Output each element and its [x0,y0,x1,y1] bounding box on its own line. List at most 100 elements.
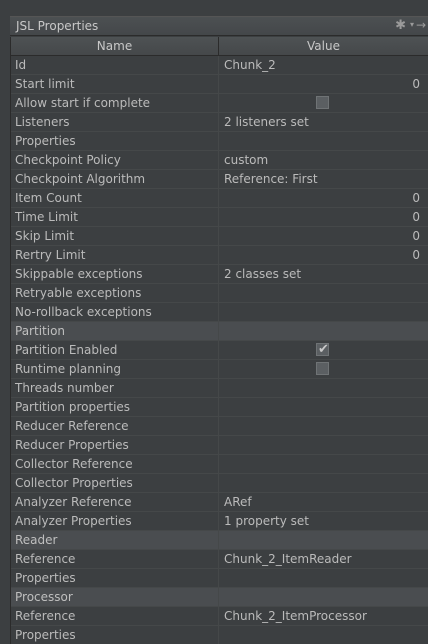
checkbox[interactable] [316,362,329,375]
property-value[interactable] [219,455,428,473]
table-row[interactable]: Reference Chunk_2_ItemReader [11,550,428,569]
table-row[interactable]: Properties [11,132,428,151]
table-row[interactable]: Id Chunk_2 [11,56,428,75]
property-name: Time Limit [11,208,219,226]
property-name: Skippable exceptions [11,265,219,283]
property-value[interactable]: custom [219,151,428,169]
property-value[interactable]: 0 [219,75,428,93]
property-value[interactable] [219,303,428,321]
table-row[interactable]: Start limit 0 [11,75,428,94]
property-value[interactable]: Reference: First [219,170,428,188]
property-name: Reference [11,550,219,568]
table-row[interactable]: Analyzer Properties 1 property set [11,512,428,531]
property-value[interactable]: ✔ [219,341,428,359]
table-row[interactable]: Analyzer Reference ARef [11,493,428,512]
property-value[interactable] [219,94,428,112]
table-row[interactable]: Properties [11,626,428,644]
property-value[interactable] [219,379,428,397]
panel-titlebar: JSL Properties ✱ ▾ → [10,16,428,36]
table-row[interactable]: Retryable exceptions [11,284,428,303]
table-row[interactable]: Checkpoint Algorithm Reference: First [11,170,428,189]
jsl-properties-panel: JSL Properties ✱ ▾ → Name Value Id Chunk_… [0,0,428,644]
name-column-header[interactable]: Name [11,37,219,55]
property-value[interactable]: Chunk_2_ItemReader [219,550,428,568]
property-value[interactable] [219,626,428,644]
table-row[interactable]: Allow start if complete [11,94,428,113]
property-value[interactable]: Chunk_2 [219,56,428,74]
dropdown-icon[interactable]: ▾ [410,20,414,29]
property-value[interactable] [219,474,428,492]
table-body: Id Chunk_2 Start limit 0 Allow start if comp… [11,56,428,644]
table-row[interactable]: Runtime planning [11,360,428,379]
property-value[interactable] [219,569,428,587]
property-value[interactable]: 2 classes set [219,265,428,283]
property-value[interactable]: 0 [219,189,428,207]
table-row[interactable]: Skippable exceptions 2 classes set [11,265,428,284]
checkbox[interactable]: ✔ [316,342,329,357]
table-row[interactable]: Properties [11,569,428,588]
check-icon: ✔ [318,342,329,357]
property-name: Start limit [11,75,219,93]
property-value[interactable] [219,588,428,606]
property-value[interactable] [219,398,428,416]
table-row[interactable]: Partition Enabled ✔ [11,341,428,360]
table-row[interactable]: Reducer Reference [11,417,428,436]
property-value[interactable] [219,436,428,454]
property-value[interactable]: ARef [219,493,428,511]
property-value[interactable]: 0 [219,246,428,264]
property-name: Reference [11,607,219,625]
property-name: Properties [11,626,219,644]
property-value[interactable] [219,132,428,150]
property-name: Reducer Reference [11,417,219,435]
property-value[interactable] [219,322,428,340]
property-name: Allow start if complete [11,94,219,112]
table-row[interactable]: Listeners 2 listeners set [11,113,428,132]
property-name: Id [11,56,219,74]
property-value[interactable]: Chunk_2_ItemProcessor [219,607,428,625]
table-row[interactable]: Partition properties [11,398,428,417]
panel-title: JSL Properties [16,19,99,33]
pin-arrow-icon[interactable]: → [416,18,426,32]
property-name: Analyzer Reference [11,493,219,511]
table-row[interactable]: Collector Properties [11,474,428,493]
table-header: Name Value [11,37,428,56]
table-row[interactable]: Checkpoint Policy custom [11,151,428,170]
property-name: Collector Reference [11,455,219,473]
table-row[interactable]: Skip Limit 0 [11,227,428,246]
property-value[interactable]: 0 [219,227,428,245]
property-value[interactable] [219,284,428,302]
table-row[interactable]: Reference Chunk_2_ItemProcessor [11,607,428,626]
table-row[interactable]: Reducer Properties [11,436,428,455]
property-value[interactable]: 1 property set [219,512,428,530]
property-name: Analyzer Properties [11,512,219,530]
property-value[interactable]: 0 [219,208,428,226]
property-value[interactable] [219,360,428,378]
table-row[interactable]: Collector Reference [11,455,428,474]
value-column-header[interactable]: Value [219,37,428,55]
property-value[interactable] [219,417,428,435]
section-row[interactable]: Reader [11,531,428,550]
numeric-value: 0 [412,248,420,262]
checkbox[interactable] [316,96,329,109]
value-text: Chunk_2 [224,58,276,72]
table-row[interactable]: Threads number [11,379,428,398]
table-row[interactable]: No-rollback exceptions [11,303,428,322]
property-value[interactable]: 2 listeners set [219,113,428,131]
properties-table: Name Value Id Chunk_2 Start limit 0 Allow st… [10,37,428,644]
table-row[interactable]: Rertry Limit 0 [11,246,428,265]
section-row[interactable]: Processor [11,588,428,607]
property-name: Partition properties [11,398,219,416]
property-name: Retryable exceptions [11,284,219,302]
numeric-value: 0 [412,191,420,205]
property-name: No-rollback exceptions [11,303,219,321]
property-name: Checkpoint Algorithm [11,170,219,188]
table-row[interactable]: Item Count 0 [11,189,428,208]
property-value[interactable] [219,531,428,549]
numeric-value: 0 [412,210,420,224]
value-text: custom [224,153,269,167]
table-row[interactable]: Time Limit 0 [11,208,428,227]
value-text: Chunk_2_ItemProcessor [224,609,367,623]
gear-icon[interactable]: ✱ [395,18,406,33]
section-row[interactable]: Partition [11,322,428,341]
property-name: Properties [11,569,219,587]
